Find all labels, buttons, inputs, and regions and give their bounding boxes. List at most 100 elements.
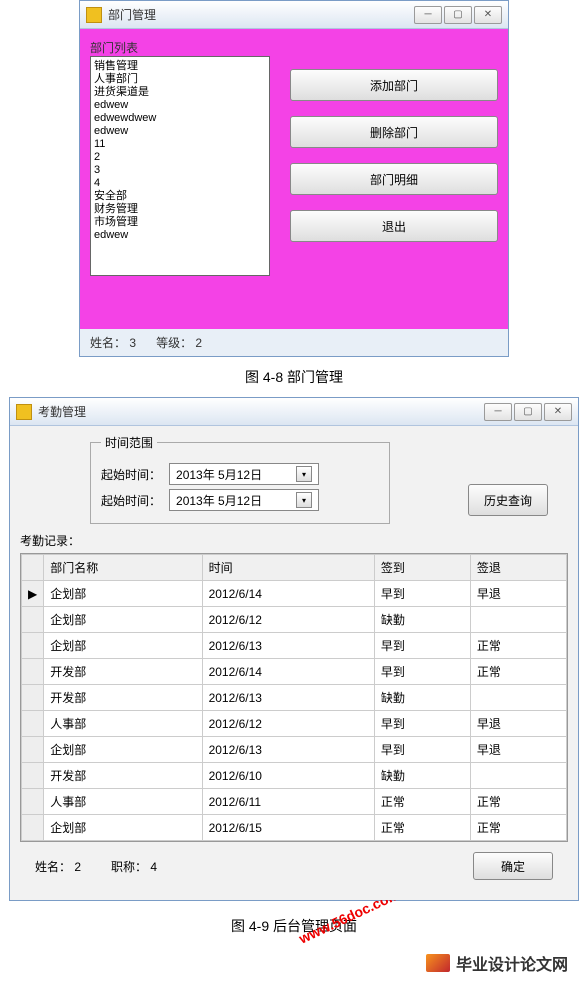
- table-cell[interactable]: [470, 607, 566, 633]
- table-cell[interactable]: 2012/6/13: [202, 685, 374, 711]
- row-indicator: [22, 737, 44, 763]
- list-item[interactable]: edwew: [94, 125, 266, 138]
- table-cell[interactable]: 早到: [374, 633, 470, 659]
- ok-button[interactable]: 确定: [473, 852, 553, 880]
- list-item[interactable]: 市场管理: [94, 216, 266, 229]
- table-cell[interactable]: 早退: [470, 737, 566, 763]
- table-cell[interactable]: 正常: [470, 789, 566, 815]
- list-item[interactable]: 销售管理: [94, 60, 266, 73]
- attendance-table[interactable]: 部门名称 时间 签到 签退 ▶企划部2012/6/14早到早退企划部2012/6…: [21, 554, 567, 841]
- table-row[interactable]: ▶企划部2012/6/14早到早退: [22, 581, 567, 607]
- table-cell[interactable]: 早到: [374, 659, 470, 685]
- list-item[interactable]: edwewdwew: [94, 112, 266, 125]
- maximize-button[interactable]: ▢: [444, 6, 472, 24]
- end-date-picker[interactable]: 2013年 5月12日 ▾: [169, 489, 319, 511]
- close-button[interactable]: ✕: [474, 6, 502, 24]
- table-cell[interactable]: 正常: [470, 633, 566, 659]
- history-query-button[interactable]: 历史查询: [468, 484, 548, 516]
- table-cell[interactable]: 开发部: [44, 685, 202, 711]
- table-cell[interactable]: [470, 763, 566, 789]
- table-cell[interactable]: 正常: [374, 789, 470, 815]
- table-cell[interactable]: 缺勤: [374, 763, 470, 789]
- name-value: 2: [74, 860, 81, 874]
- table-cell[interactable]: 早退: [470, 711, 566, 737]
- table-cell[interactable]: 2012/6/11: [202, 789, 374, 815]
- name-value: 3: [129, 336, 136, 350]
- table-cell[interactable]: 早到: [374, 737, 470, 763]
- list-item[interactable]: edwew: [94, 229, 266, 242]
- table-row[interactable]: 企划部2012/6/15正常正常: [22, 815, 567, 841]
- add-dept-button[interactable]: 添加部门: [290, 69, 498, 101]
- minimize-button[interactable]: ─: [484, 403, 512, 421]
- delete-dept-button[interactable]: 删除部门: [290, 116, 498, 148]
- end-date-value: 2013年 5月12日: [176, 492, 262, 509]
- list-item[interactable]: 进货渠道是: [94, 86, 266, 99]
- table-cell[interactable]: 企划部: [44, 633, 202, 659]
- table-row[interactable]: 开发部2012/6/10缺勤: [22, 763, 567, 789]
- col-checkin[interactable]: 签到: [374, 555, 470, 581]
- table-cell[interactable]: 人事部: [44, 789, 202, 815]
- table-row[interactable]: 企划部2012/6/12缺勤: [22, 607, 567, 633]
- table-cell[interactable]: 人事部: [44, 711, 202, 737]
- table-cell[interactable]: 缺勤: [374, 685, 470, 711]
- table-cell[interactable]: 正常: [374, 815, 470, 841]
- department-listbox[interactable]: 销售管理人事部门进货渠道是edwewedwewdwewedwew11234安全部…: [90, 56, 270, 276]
- table-cell[interactable]: 开发部: [44, 659, 202, 685]
- col-dept[interactable]: 部门名称: [44, 555, 202, 581]
- table-cell[interactable]: 开发部: [44, 763, 202, 789]
- list-item[interactable]: 11: [94, 138, 266, 151]
- status-footer: 姓名： 3 等级： 2: [80, 329, 508, 356]
- list-item[interactable]: 4: [94, 177, 266, 190]
- table-cell[interactable]: 2012/6/12: [202, 711, 374, 737]
- maximize-button[interactable]: ▢: [514, 403, 542, 421]
- table-cell[interactable]: 2012/6/13: [202, 633, 374, 659]
- time-range-fieldset: 时间范围 起始时间： 2013年 5月12日 ▾ 起始时间： 2013年 5月1…: [90, 434, 390, 524]
- table-row[interactable]: 开发部2012/6/13缺勤: [22, 685, 567, 711]
- list-item[interactable]: 财务管理: [94, 203, 266, 216]
- list-item[interactable]: 2: [94, 151, 266, 164]
- list-item[interactable]: 3: [94, 164, 266, 177]
- table-cell[interactable]: 2012/6/14: [202, 581, 374, 607]
- table-row[interactable]: 企划部2012/6/13早到早退: [22, 737, 567, 763]
- list-item[interactable]: 安全部: [94, 190, 266, 203]
- table-cell[interactable]: 早到: [374, 581, 470, 607]
- col-selector[interactable]: [22, 555, 44, 581]
- table-cell[interactable]: 正常: [470, 659, 566, 685]
- table-row[interactable]: 人事部2012/6/11正常正常: [22, 789, 567, 815]
- table-cell[interactable]: 企划部: [44, 607, 202, 633]
- calendar-icon[interactable]: ▾: [296, 466, 312, 482]
- list-item[interactable]: 人事部门: [94, 73, 266, 86]
- table-cell[interactable]: 企划部: [44, 581, 202, 607]
- table-cell[interactable]: 企划部: [44, 737, 202, 763]
- table-row[interactable]: 开发部2012/6/14早到正常: [22, 659, 567, 685]
- col-checkout[interactable]: 签退: [470, 555, 566, 581]
- table-cell[interactable]: 早退: [470, 581, 566, 607]
- row-indicator: [22, 659, 44, 685]
- window-body: 时间范围 起始时间： 2013年 5月12日 ▾ 起始时间： 2013年 5月1…: [10, 426, 578, 900]
- table-cell[interactable]: 早到: [374, 711, 470, 737]
- close-button[interactable]: ✕: [544, 403, 572, 421]
- start-date-value: 2013年 5月12日: [176, 466, 262, 483]
- table-row[interactable]: 企划部2012/6/13早到正常: [22, 633, 567, 659]
- calendar-icon[interactable]: ▾: [296, 492, 312, 508]
- list-item[interactable]: edwew: [94, 99, 266, 112]
- table-cell[interactable]: 企划部: [44, 815, 202, 841]
- table-cell[interactable]: 2012/6/10: [202, 763, 374, 789]
- table-cell[interactable]: 2012/6/14: [202, 659, 374, 685]
- table-cell[interactable]: 2012/6/12: [202, 607, 374, 633]
- start-date-picker[interactable]: 2013年 5月12日 ▾: [169, 463, 319, 485]
- exit-button[interactable]: 退出: [290, 210, 498, 242]
- level-label: 等级：: [156, 336, 192, 350]
- row-indicator: [22, 711, 44, 737]
- table-cell[interactable]: 缺勤: [374, 607, 470, 633]
- dept-detail-button[interactable]: 部门明细: [290, 163, 498, 195]
- col-time[interactable]: 时间: [202, 555, 374, 581]
- table-cell[interactable]: [470, 685, 566, 711]
- name-label: 姓名：: [35, 860, 71, 874]
- table-cell[interactable]: 2012/6/13: [202, 737, 374, 763]
- app-icon: [16, 404, 32, 420]
- table-cell[interactable]: 正常: [470, 815, 566, 841]
- table-cell[interactable]: 2012/6/15: [202, 815, 374, 841]
- table-row[interactable]: 人事部2012/6/12早到早退: [22, 711, 567, 737]
- minimize-button[interactable]: ─: [414, 6, 442, 24]
